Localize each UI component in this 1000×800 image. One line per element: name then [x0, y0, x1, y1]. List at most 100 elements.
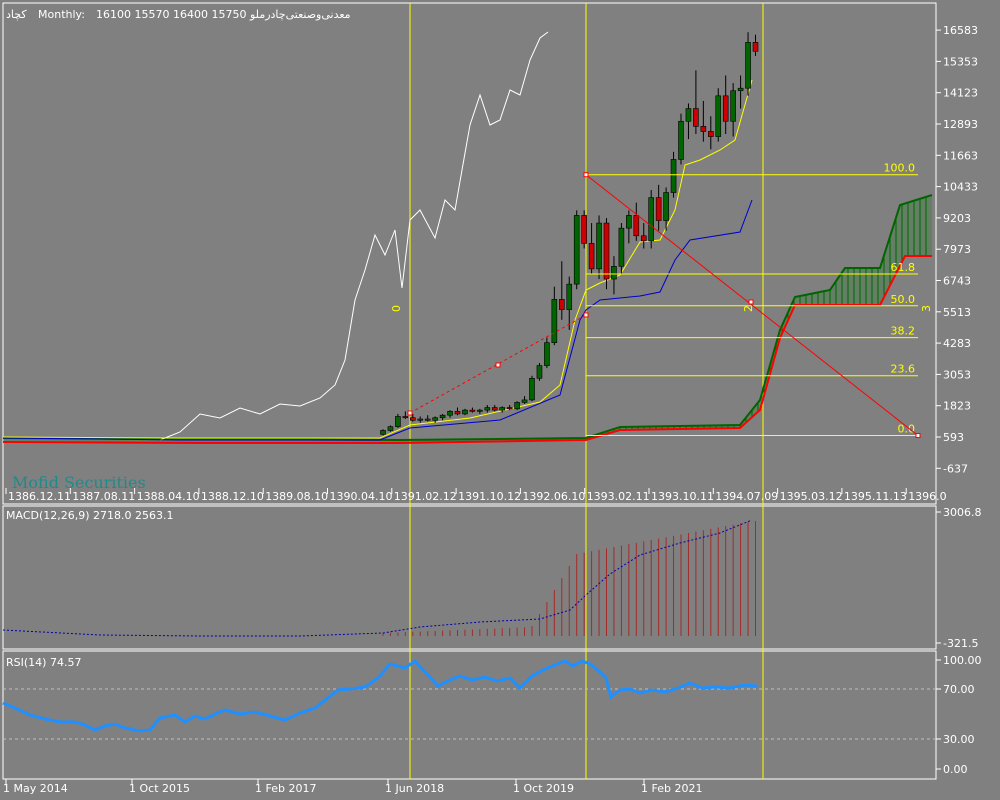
time-tick-label: 1388.12.10	[201, 490, 264, 503]
date-tick-label: 1 Oct 2015	[129, 782, 190, 795]
date-tick-label: 1 Feb 2021	[641, 782, 702, 795]
candle-body	[424, 418, 431, 421]
date-tick-label: 1 Oct 2019	[513, 782, 574, 795]
price-tick-label: 14123	[943, 87, 978, 100]
candle-body	[633, 215, 640, 237]
candle-body	[655, 197, 662, 221]
price-tick-label: 6743	[943, 275, 971, 288]
date-tick-label: 1 Feb 2017	[255, 782, 316, 795]
date-tick-label: 1 May 2014	[3, 782, 68, 795]
candle-body	[447, 411, 453, 416]
candle-body	[529, 377, 535, 401]
fib-level-label: 38.2	[891, 325, 916, 338]
candle-body	[417, 418, 424, 421]
candle-body	[618, 227, 625, 267]
rsi-tick-label: 30.00	[943, 733, 975, 746]
macd-panel	[2, 505, 937, 650]
trend-anchor	[583, 312, 589, 318]
fib-anchor	[915, 433, 921, 439]
macd-signal-line	[2, 519, 753, 637]
trend-anchor	[407, 410, 413, 416]
rsi-tick-label: 0.00	[943, 763, 968, 776]
candle-body	[581, 215, 587, 244]
chart-header-period: Monthly:	[38, 8, 85, 21]
main-panel	[2, 2, 937, 505]
candle-body	[454, 411, 461, 415]
time-tick-label: 1394.07.09	[715, 490, 778, 503]
senkou-span-a	[2, 194, 933, 442]
time-tick-label: 1388.04.10	[137, 490, 200, 503]
ichimoku-cloud	[3, 195, 932, 443]
rsi-panel	[2, 650, 937, 780]
candle-body	[462, 409, 468, 415]
candle-body	[491, 407, 498, 411]
fib-level-label: 0.0	[898, 423, 916, 436]
fib-anchor	[583, 172, 589, 178]
price-tick-label: 16583	[943, 24, 978, 37]
candle-body	[663, 192, 669, 221]
time-tick-label: 1393.10.11	[651, 490, 714, 503]
price-tick-label: 1823	[943, 400, 971, 413]
candle-body	[484, 407, 491, 411]
fib-level-label: 23.6	[891, 363, 916, 376]
chart-header-symbol: کچاد	[6, 8, 27, 21]
candle-body	[544, 342, 550, 366]
price-tick-label: 7973	[943, 243, 971, 256]
macd-label: MACD(12,26,9) 2718.0 2563.1	[6, 509, 174, 522]
rsi-tick-label: 70.00	[943, 683, 975, 696]
candle-body	[566, 283, 573, 310]
fib-level-label: 61.8	[891, 261, 916, 274]
candle-body	[722, 95, 729, 122]
candle-body	[626, 215, 632, 229]
candle-body	[693, 108, 699, 127]
trend-anchor	[495, 362, 501, 368]
candle-body	[700, 126, 707, 132]
candle-body	[506, 407, 513, 410]
candle-body	[499, 407, 506, 411]
candle-body	[752, 42, 759, 52]
vertical-marker-label: 3	[920, 305, 933, 312]
candle-body	[387, 426, 394, 431]
chart-header-company: معدنی‌وصنعتی‌چادرملو	[249, 8, 351, 21]
rsi-label: RSI(14) 74.57	[6, 656, 81, 669]
price-tick-label: 12893	[943, 118, 978, 131]
chart-header-ohlc: 16100 15570 16400 15750	[96, 8, 246, 21]
price-tick-label: 3053	[943, 368, 971, 381]
price-tick-label: 593	[943, 431, 964, 444]
time-tick-label: 1395.11.13	[844, 490, 907, 503]
chikou-span	[159, 31, 549, 441]
candle-body	[737, 87, 744, 92]
time-tick-label: 1391.02.12	[394, 490, 457, 503]
watermark: Mofid Securities	[12, 473, 146, 492]
candle-body	[395, 416, 401, 427]
candle-body	[558, 299, 565, 310]
candle-body	[380, 430, 386, 435]
vertical-marker-label: 0	[390, 305, 403, 312]
time-tick-label: 1390.04.10	[330, 490, 393, 503]
price-tick-label: 4283	[943, 337, 971, 350]
candle-body	[432, 417, 438, 421]
macd-tick-label: 3006.8	[943, 506, 982, 519]
kijun-line	[2, 199, 753, 441]
rsi-line	[2, 659, 758, 733]
time-tick-label: 1391.10.12	[458, 490, 521, 503]
chart-canvas: 023 100.061.850.038.223.60.0 3006.8-321.…	[2, 2, 982, 795]
fib-level-label: 100.0	[884, 162, 916, 175]
candle-body	[640, 235, 647, 242]
senkou-span-b	[2, 255, 932, 444]
candle-body	[573, 215, 580, 285]
time-tick-label: 1389.08.10	[265, 490, 328, 503]
price-tick-label: -637	[943, 462, 968, 475]
candle-body	[603, 222, 610, 280]
candle-body	[730, 90, 736, 122]
candle-body	[596, 222, 602, 270]
candle-body	[514, 402, 520, 410]
candle-body	[685, 108, 692, 122]
trend-anchor	[748, 299, 754, 305]
price-tick-label: 10433	[943, 181, 978, 194]
time-tick-label: 1392.06.10	[522, 490, 585, 503]
candle-body	[678, 120, 684, 160]
candle-body	[536, 365, 543, 379]
time-tick-label: 1395.03.12	[780, 490, 843, 503]
candle-body	[707, 131, 714, 137]
